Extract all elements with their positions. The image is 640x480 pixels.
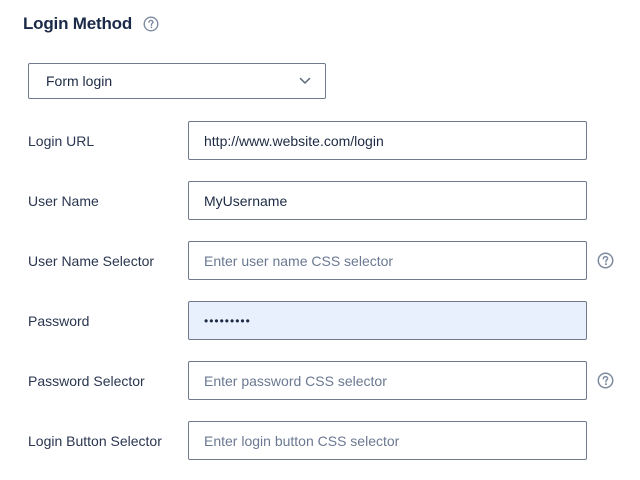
login-url-label: Login URL: [28, 133, 95, 149]
login-url-input[interactable]: [188, 121, 587, 160]
login-button-selector-label: Login Button Selector: [28, 433, 162, 449]
user-name-selector-label: User Name Selector: [28, 253, 155, 269]
password-selector-label: Password Selector: [28, 373, 145, 389]
user-name-selector-input[interactable]: [188, 241, 587, 280]
chevron-down-icon: [299, 77, 311, 84]
user-name-selector-help-icon[interactable]: [597, 252, 614, 269]
login-method-selected-value: Form login: [46, 73, 113, 89]
password-input[interactable]: [188, 301, 587, 340]
user-name-input[interactable]: [188, 181, 587, 220]
section-header: Login Method: [23, 12, 159, 36]
password-selector-input[interactable]: [188, 361, 587, 400]
help-icon[interactable]: [143, 16, 159, 32]
login-button-selector-input[interactable]: [188, 421, 587, 460]
user-name-label: User Name: [28, 193, 99, 209]
password-selector-help-icon[interactable]: [597, 372, 614, 389]
section-title: Login Method: [23, 14, 133, 33]
login-method-form: Login Method Form login Login URL User N…: [0, 0, 640, 480]
password-label: Password: [28, 313, 90, 329]
login-method-select[interactable]: Form login: [28, 63, 326, 99]
